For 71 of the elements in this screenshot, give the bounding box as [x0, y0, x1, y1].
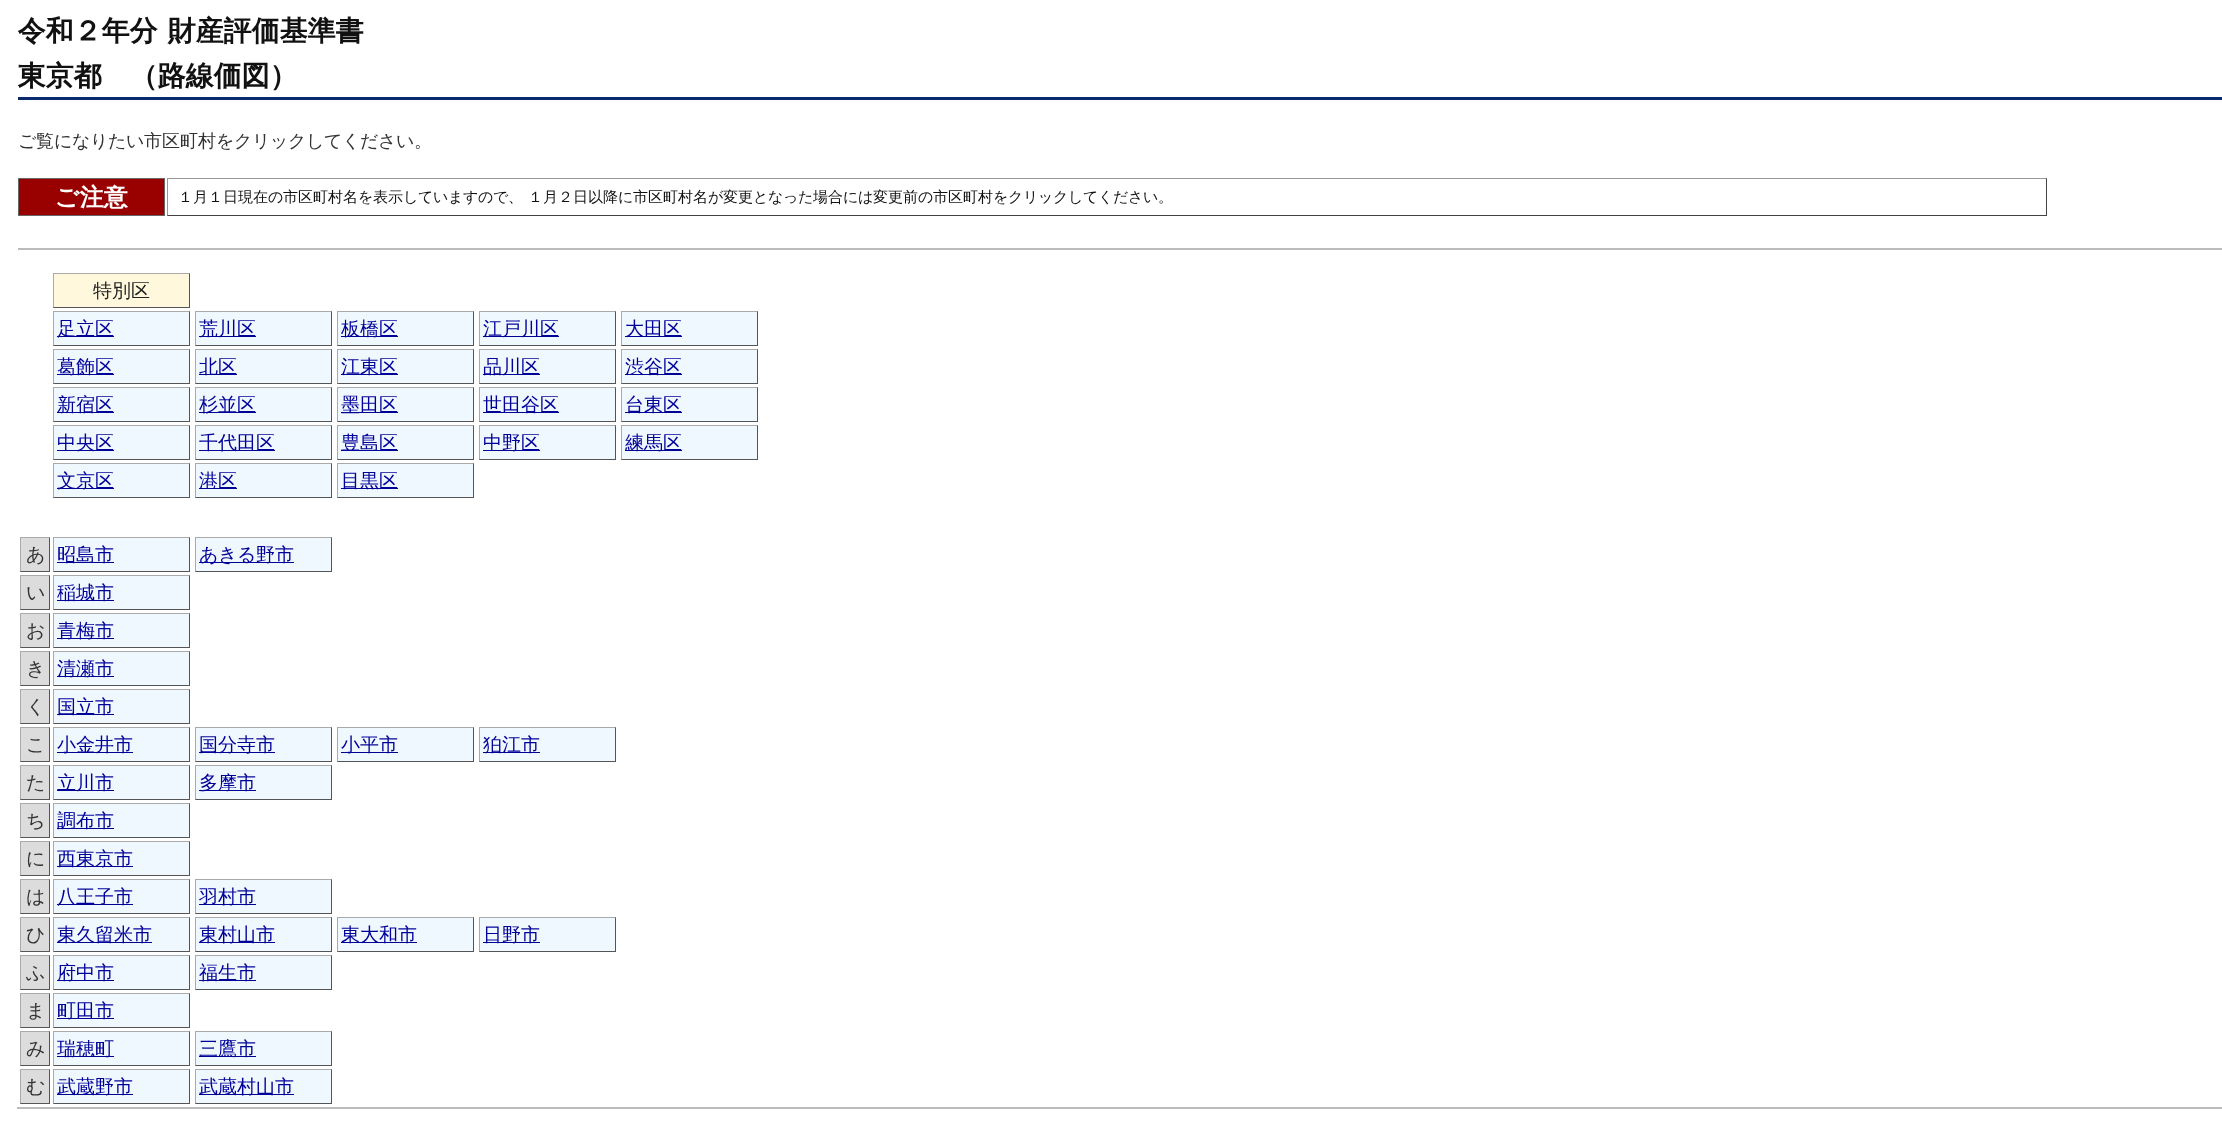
city-link[interactable]: 東村山市 — [199, 921, 275, 948]
city-link[interactable]: 三鷹市 — [199, 1035, 256, 1062]
city-link[interactable]: 福生市 — [199, 959, 256, 986]
city-link[interactable]: 渋谷区 — [625, 353, 682, 380]
city-link[interactable]: 江戸川区 — [483, 315, 559, 342]
city-link[interactable]: 狛江市 — [483, 731, 540, 758]
notice-label: ご注意 — [18, 178, 165, 216]
city-link[interactable]: 多摩市 — [199, 769, 256, 796]
city-link[interactable]: 小平市 — [341, 731, 398, 758]
city-link[interactable]: あきる野市 — [199, 541, 294, 568]
kana-label: ま — [20, 993, 50, 1028]
city-link[interactable]: 八王子市 — [57, 883, 133, 910]
city-link[interactable]: 東大和市 — [341, 921, 417, 948]
city-link[interactable]: 港区 — [199, 467, 237, 494]
kana-label: く — [20, 689, 50, 724]
notice-text: １月１日現在の市区町村名を表示していますので、 １月２日以降に市区町村名が変更となった場合には変更前の市区町村をクリックしてください。 — [167, 178, 2047, 216]
kana-label: に — [20, 841, 50, 876]
city-link[interactable]: 足立区 — [57, 315, 114, 342]
city-link[interactable]: 葛飾区 — [57, 353, 114, 380]
kana-label: た — [20, 765, 50, 800]
city-link[interactable]: 立川市 — [57, 769, 114, 796]
city-link[interactable]: 日野市 — [483, 921, 540, 948]
city-link[interactable]: 文京区 — [57, 467, 114, 494]
city-link[interactable]: 瑞穂町 — [57, 1035, 114, 1062]
kana-label: ひ — [20, 917, 50, 952]
city-link[interactable]: 調布市 — [57, 807, 114, 834]
kana-label: ち — [20, 803, 50, 838]
city-link[interactable]: 江東区 — [341, 353, 398, 380]
city-link[interactable]: 台東区 — [625, 391, 682, 418]
city-link[interactable]: 目黒区 — [341, 467, 398, 494]
city-link[interactable]: 稲城市 — [57, 579, 114, 606]
city-link[interactable]: 青梅市 — [57, 617, 114, 644]
section-heading: 特別区 — [53, 273, 190, 308]
kana-label: い — [20, 575, 50, 610]
page-subtitle: 東京都 （路線価図） — [18, 58, 299, 94]
city-link[interactable]: 羽村市 — [199, 883, 256, 910]
city-link[interactable]: 豊島区 — [341, 429, 398, 456]
city-link[interactable]: 武蔵村山市 — [199, 1073, 294, 1100]
city-link[interactable]: 町田市 — [57, 997, 114, 1024]
city-link[interactable]: 荒川区 — [199, 315, 256, 342]
city-link[interactable]: 清瀬市 — [57, 655, 114, 682]
kana-label: ふ — [20, 955, 50, 990]
city-link[interactable]: 大田区 — [625, 315, 682, 342]
kana-label: み — [20, 1031, 50, 1066]
instruction-text: ご覧になりたい市区町村をクリックしてください。 — [18, 129, 433, 153]
city-link[interactable]: 中野区 — [483, 429, 540, 456]
city-link[interactable]: 小金井市 — [57, 731, 133, 758]
city-link[interactable]: 墨田区 — [341, 391, 398, 418]
kana-label: き — [20, 651, 50, 686]
city-link[interactable]: 練馬区 — [625, 429, 682, 456]
kana-label: あ — [20, 537, 50, 572]
kana-label: お — [20, 613, 50, 648]
city-link[interactable]: 府中市 — [57, 959, 114, 986]
city-link[interactable]: 千代田区 — [199, 429, 275, 456]
city-link[interactable]: 北区 — [199, 353, 237, 380]
city-link[interactable]: 国立市 — [57, 693, 114, 720]
kana-label: は — [20, 879, 50, 914]
kana-label: こ — [20, 727, 50, 762]
city-link[interactable]: 国分寺市 — [199, 731, 275, 758]
page-title: 令和２年分 財産評価基準書 — [18, 13, 365, 49]
city-link[interactable]: 新宿区 — [57, 391, 114, 418]
city-link[interactable]: 東久留米市 — [57, 921, 152, 948]
city-link[interactable]: 杉並区 — [199, 391, 256, 418]
city-link[interactable]: 板橋区 — [341, 315, 398, 342]
city-link[interactable]: 昭島市 — [57, 541, 114, 568]
city-link[interactable]: 品川区 — [483, 353, 540, 380]
city-link[interactable]: 世田谷区 — [483, 391, 559, 418]
city-link[interactable]: 西東京市 — [57, 845, 133, 872]
kana-label: む — [20, 1069, 50, 1104]
city-link[interactable]: 武蔵野市 — [57, 1073, 133, 1100]
city-link[interactable]: 中央区 — [57, 429, 114, 456]
